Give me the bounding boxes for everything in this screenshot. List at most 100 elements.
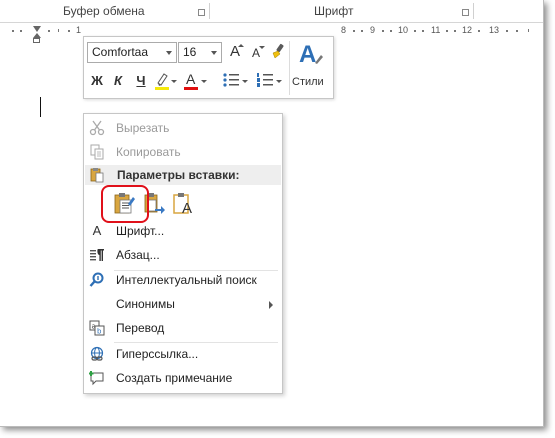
ruler-number: 12: [462, 25, 473, 35]
menu-item-cut[interactable]: Вырезать: [84, 116, 282, 140]
ruler-mark: [478, 30, 480, 32]
font-color-icon: A: [186, 71, 196, 87]
ruler-mark: [422, 30, 424, 32]
menu-item-paragraph[interactable]: Абзац...: [84, 243, 282, 267]
word-window: Буфер обмена Шрифт 1 8 9 10 11 12 13 Com…: [0, 0, 544, 427]
ruler-mark: [528, 29, 529, 32]
clipboard-icon: [90, 168, 104, 183]
first-line-indent-marker[interactable]: [33, 26, 41, 32]
font-dialog-launcher-icon[interactable]: [462, 9, 469, 16]
font-name-combo[interactable]: Comfortaa: [87, 42, 177, 63]
translate-icon: a b: [89, 320, 105, 336]
chevron-down-icon[interactable]: [201, 80, 207, 83]
ruler-mark: [382, 30, 384, 32]
down-arrow-icon: [259, 46, 265, 49]
ruler-number: 11: [431, 25, 441, 35]
ruler-mark: [353, 30, 355, 32]
bold-button[interactable]: Ж: [90, 73, 104, 88]
up-arrow-icon: [238, 44, 244, 47]
ribbon-group-bar: Буфер обмена Шрифт: [0, 0, 543, 23]
chevron-right-icon: [269, 301, 273, 309]
ruler-mark: [414, 30, 416, 32]
ruler-mark: [454, 30, 456, 32]
ruler-mark: [506, 30, 508, 32]
chevron-down-icon[interactable]: [211, 51, 217, 55]
menu-item-new-comment[interactable]: Создать примечание: [84, 366, 282, 390]
menu-item-label: Создать примечание: [116, 371, 233, 385]
group-divider: [473, 3, 474, 19]
menu-item-synonyms[interactable]: Синонимы: [84, 292, 282, 316]
ruler-mark: [58, 29, 59, 32]
paste-text-only-button[interactable]: A: [172, 191, 196, 217]
ruler-mark: [12, 30, 14, 32]
font-color-swatch: [184, 87, 198, 90]
ruler-mark: [390, 30, 392, 32]
font-color-button[interactable]: A: [183, 71, 207, 91]
underline-button[interactable]: Ч: [134, 73, 148, 88]
paste-options-header: Параметры вставки:: [85, 165, 281, 185]
context-menu: Вырезать Копировать Параметры вставки: A…: [83, 113, 283, 394]
styles-button[interactable]: A Стили: [291, 40, 331, 96]
format-painter-button[interactable]: [268, 42, 288, 62]
scissors-icon: [89, 120, 105, 136]
font-group-title: Шрифт: [314, 4, 354, 18]
chevron-down-icon[interactable]: [171, 80, 177, 83]
highlighter-icon: [155, 73, 169, 90]
menu-item-label: Гиперссылка...: [116, 347, 199, 361]
ruler-mark: [446, 30, 448, 32]
svg-text:b: b: [97, 328, 102, 336]
toolbar-divider: [289, 41, 290, 95]
menu-item-copy[interactable]: Копировать: [84, 140, 282, 164]
ruler-mark: [68, 30, 70, 32]
numbering-button[interactable]: [256, 71, 282, 91]
menu-item-label: Шрифт...: [116, 224, 165, 238]
ruler-mark: [20, 30, 22, 32]
grow-font-button[interactable]: A: [227, 43, 244, 63]
menu-item-label: Интеллектуальный поиск: [116, 273, 257, 287]
menu-item-translate[interactable]: a b Перевод: [84, 316, 282, 340]
hyperlink-icon: [90, 346, 104, 361]
font-size-value: 16: [183, 45, 197, 59]
numbered-list-icon: [257, 73, 273, 87]
menu-item-label: Копировать: [116, 145, 181, 159]
ruler-mark: [361, 30, 363, 32]
brush-icon: [315, 55, 323, 64]
chevron-down-icon[interactable]: [166, 51, 172, 55]
left-indent-marker[interactable]: [33, 38, 40, 43]
bullets-button[interactable]: [222, 71, 248, 91]
menu-item-label: Вырезать: [116, 121, 170, 135]
paragraph-icon: [90, 249, 104, 261]
menu-item-smart-lookup[interactable]: Интеллектуальный поиск: [84, 268, 282, 292]
text-cursor: [40, 97, 41, 117]
italic-button[interactable]: К: [111, 73, 125, 88]
ruler-number: 8: [341, 25, 347, 35]
mini-toolbar: Comfortaa 16 A A A Стили Ж К Ч A: [83, 36, 334, 99]
shrink-font-button[interactable]: A: [248, 45, 265, 63]
font-size-combo[interactable]: 16: [178, 42, 222, 63]
menu-item-label: Перевод: [116, 321, 165, 335]
group-divider: [209, 3, 210, 19]
copy-icon: [90, 144, 104, 160]
comment-icon: [89, 371, 104, 386]
ruler-mark: [48, 30, 50, 32]
text-only-glyph: A: [182, 200, 193, 217]
chevron-down-icon[interactable]: [242, 80, 248, 83]
ruler-number: 9: [370, 25, 376, 35]
bullet-list-icon: [223, 73, 239, 87]
brush-icon: [272, 43, 284, 59]
menu-item-label: Синонимы: [116, 297, 175, 311]
clipboard-dialog-launcher-icon[interactable]: [198, 9, 205, 16]
paste-options-label: Параметры вставки:: [117, 168, 240, 182]
highlight-button[interactable]: [154, 71, 177, 91]
ruler-number: 13: [489, 25, 500, 35]
styles-label: Стили: [292, 76, 324, 88]
ruler-mark: [516, 30, 518, 32]
font-name-value: Comfortaa: [92, 45, 149, 59]
chevron-down-icon[interactable]: [276, 80, 282, 83]
ruler-number: 10: [398, 25, 409, 35]
menu-item-font[interactable]: A Шрифт...: [84, 219, 282, 243]
font-icon: A: [92, 223, 102, 238]
selection-highlight-ring: [101, 185, 149, 223]
menu-item-hyperlink[interactable]: Гиперссылка...: [84, 342, 282, 366]
menu-item-label: Абзац...: [116, 248, 160, 262]
